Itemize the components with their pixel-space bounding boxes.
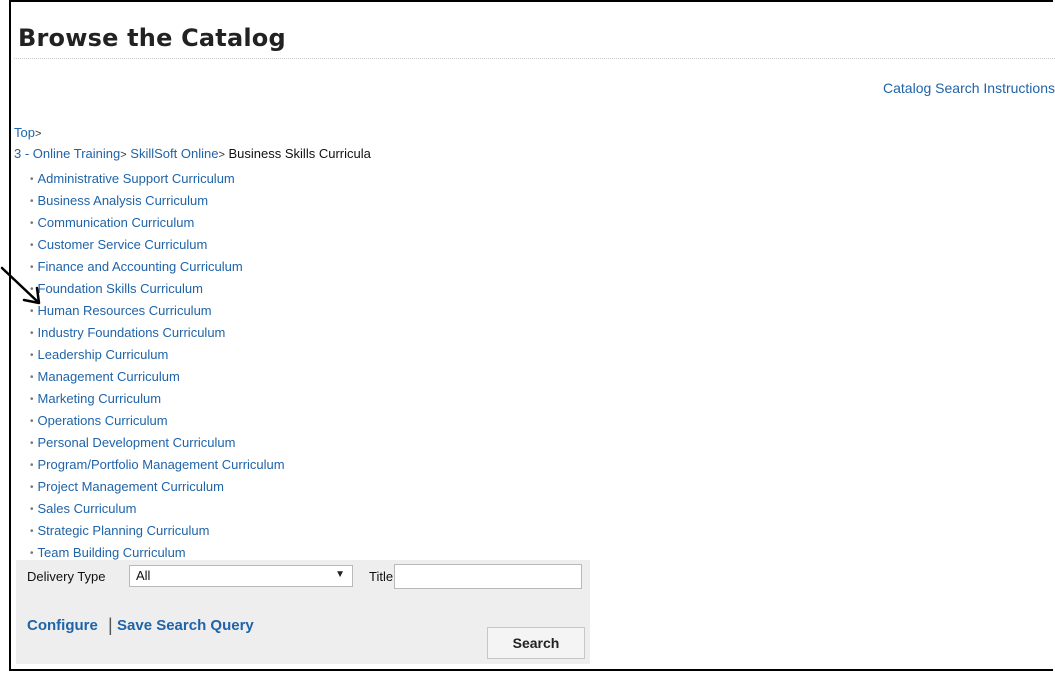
category-item: • Foundation Skills Curriculum — [30, 278, 285, 300]
bullet-icon: • — [30, 548, 34, 559]
bullet-icon: • — [30, 504, 34, 515]
bullet-icon: • — [30, 196, 34, 207]
bullet-icon: • — [30, 174, 34, 185]
category-item: • Communication Curriculum — [30, 212, 285, 234]
category-item: • Project Management Curriculum — [30, 476, 285, 498]
category-link-marketing[interactable]: Marketing Curriculum — [38, 391, 162, 406]
title-divider — [14, 58, 1055, 59]
category-link-sales[interactable]: Sales Curriculum — [38, 501, 137, 516]
category-link-business-analysis[interactable]: Business Analysis Curriculum — [38, 193, 209, 208]
title-label: Title — [369, 569, 394, 584]
breadcrumb: 3 - Online Training> SkillSoft Online> B… — [14, 146, 371, 161]
category-link-human-resources[interactable]: Human Resources Curriculum — [38, 303, 212, 318]
breadcrumb-online-training-link[interactable]: 3 - Online Training — [14, 146, 120, 161]
arrow-pointer-icon — [0, 266, 41, 305]
breadcrumb-separator: > — [218, 149, 225, 161]
link-divider: | — [108, 615, 113, 635]
category-link-finance-accounting[interactable]: Finance and Accounting Curriculum — [38, 259, 243, 274]
search-panel: Delivery Type All ▼ Title Configure | Sa… — [16, 560, 590, 664]
category-link-industry-foundations[interactable]: Industry Foundations Curriculum — [38, 325, 226, 340]
category-link-customer-service[interactable]: Customer Service Curriculum — [38, 237, 208, 252]
bullet-icon: • — [30, 460, 34, 471]
category-link-communication[interactable]: Communication Curriculum — [38, 215, 195, 230]
chevron-down-icon: ▼ — [335, 569, 345, 580]
category-item: • Finance and Accounting Curriculum — [30, 256, 285, 278]
category-link-foundation-skills[interactable]: Foundation Skills Curriculum — [38, 281, 203, 296]
configure-link[interactable]: Configure — [27, 617, 98, 634]
category-item: • Customer Service Curriculum — [30, 234, 285, 256]
category-item: • Personal Development Curriculum — [30, 432, 285, 454]
category-list: • Administrative Support Curriculum • Busi… — [30, 168, 285, 564]
catalog-search-instructions-link[interactable]: Catalog Search Instructions — [883, 80, 1055, 96]
category-link-personal-development[interactable]: Personal Development Curriculum — [38, 435, 236, 450]
bullet-icon: • — [30, 328, 34, 339]
breadcrumb-separator: > — [120, 149, 127, 161]
breadcrumb-separator: > — [34, 128, 42, 140]
bullet-icon: • — [30, 218, 34, 229]
category-item: • Marketing Curriculum — [30, 388, 285, 410]
delivery-type-label: Delivery Type — [27, 569, 106, 584]
category-link-leadership[interactable]: Leadership Curriculum — [38, 347, 169, 362]
category-item: • Business Analysis Curriculum — [30, 190, 285, 212]
title-input[interactable] — [394, 564, 582, 589]
delivery-type-select[interactable]: All ▼ — [129, 565, 353, 587]
category-link-team-building[interactable]: Team Building Curriculum — [38, 545, 186, 560]
bullet-icon: • — [30, 438, 34, 449]
bullet-icon: • — [30, 416, 34, 427]
category-link-administrative-support[interactable]: Administrative Support Curriculum — [38, 171, 235, 186]
category-item: • Leadership Curriculum — [30, 344, 285, 366]
delivery-type-value: All — [136, 568, 151, 583]
bullet-icon: • — [30, 350, 34, 361]
category-item: • Industry Foundations Curriculum — [30, 322, 285, 344]
category-link-project-management[interactable]: Project Management Curriculum — [38, 479, 224, 494]
category-link-operations[interactable]: Operations Curriculum — [38, 413, 168, 428]
category-link-strategic-planning[interactable]: Strategic Planning Curriculum — [38, 523, 210, 538]
category-item: • Administrative Support Curriculum — [30, 168, 285, 190]
category-item: • Operations Curriculum — [30, 410, 285, 432]
page-title: Browse the Catalog — [18, 24, 286, 52]
category-item: • Human Resources Curriculum — [30, 300, 285, 322]
breadcrumb-top-link[interactable]: Top — [14, 125, 35, 140]
bullet-icon: • — [30, 372, 34, 383]
bullet-icon: • — [30, 526, 34, 537]
category-item: • Sales Curriculum — [30, 498, 285, 520]
breadcrumb-current: Business Skills Curricula — [228, 146, 371, 161]
category-item: • Management Curriculum — [30, 366, 285, 388]
category-item: • Strategic Planning Curriculum — [30, 520, 285, 542]
category-item: • Program/Portfolio Management Curriculum — [30, 454, 285, 476]
breadcrumb-top: Top> — [14, 125, 41, 140]
breadcrumb-skillsoft-online-link[interactable]: SkillSoft Online — [130, 146, 218, 161]
category-link-program-portfolio-management[interactable]: Program/Portfolio Management Curriculum — [38, 457, 285, 472]
category-link-management[interactable]: Management Curriculum — [38, 369, 180, 384]
save-search-query-link[interactable]: Save Search Query — [117, 617, 254, 634]
bullet-icon: • — [30, 482, 34, 493]
search-button[interactable]: Search — [487, 627, 585, 659]
bullet-icon: • — [30, 394, 34, 405]
